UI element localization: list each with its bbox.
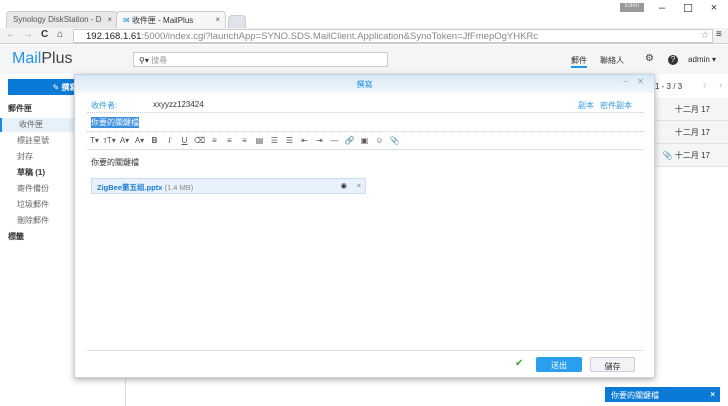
message-list: 1 - 3 / 3 ‹ › 十二月 17 十二月 17 📎 十二月 17 (655, 74, 728, 406)
notification-toast: 你要的關鍵檔 × (605, 387, 720, 402)
align-center-icon[interactable]: ≡ (222, 136, 237, 145)
nav-mail[interactable]: 郵件 (571, 55, 587, 68)
attachment-name: ZigBee第五组.pptx (97, 183, 163, 192)
user-menu[interactable]: admin ▾ (688, 55, 716, 64)
indent-icon[interactable]: ⇥ (312, 136, 327, 145)
menu-icon[interactable]: ≡ (716, 29, 722, 40)
formatting-toolbar: T▾ тT▾ A▾ A▾ B I U ⌫ ≡ ≡ ≡ ▤ ☰ ☰ ⇤ ⇥ — 🔗 ▣ ☺ 📎 (87, 136, 643, 150)
message-row[interactable]: 十二月 17 (655, 121, 728, 144)
bullet-list-icon[interactable]: ☰ (282, 136, 297, 145)
tab-label: Synology DiskStation - D (13, 15, 102, 24)
message-row[interactable]: 十二月 17 (655, 98, 728, 121)
font-icon[interactable]: T▾ (87, 136, 102, 145)
to-label: 收件者: (91, 101, 118, 110)
dialog-title: 撰寫 – ✕ (75, 75, 654, 93)
user-name: admin (688, 55, 710, 64)
close-toast-icon[interactable]: × (710, 390, 715, 399)
tab-label: 收件匣 - MailPlus (131, 16, 194, 25)
search-icon: ⚲▾ (139, 56, 152, 65)
search-input[interactable]: ⚲▾ 搜尋 (133, 52, 388, 67)
underline-icon[interactable]: U (177, 136, 192, 145)
text-color-icon[interactable]: A▾ (117, 136, 132, 145)
url-host: 192.168.1.61 (86, 31, 142, 42)
profile-badge[interactable]: Eden (620, 3, 644, 12)
italic-icon[interactable]: I (162, 136, 177, 145)
close-window-icon[interactable]: × (706, 2, 722, 14)
url-input[interactable]: 192.168.1.61:5000/index.cgi?launchApp=SY… (73, 29, 713, 43)
search-placeholder: 搜尋 (151, 56, 168, 65)
remove-attachment-icon[interactable]: × (357, 181, 361, 190)
close-dialog-icon[interactable]: ✕ (637, 77, 644, 86)
divider (87, 350, 643, 351)
justify-icon[interactable]: ▤ (252, 136, 267, 145)
link-icon[interactable]: 🔗 (342, 136, 357, 145)
new-tab-button[interactable] (228, 15, 246, 28)
eraser-icon[interactable]: ⌫ (192, 136, 207, 145)
message-date: 十二月 17 (674, 128, 710, 137)
mailplus-logo: MailPlus (12, 50, 73, 67)
prev-page-icon[interactable]: ‹ (703, 80, 706, 91)
forward-icon[interactable]: → (23, 29, 33, 40)
browser-tabstrip: Synology DiskStation - D × ✉ 收件匣 - MailPl… (0, 0, 728, 28)
align-left-icon[interactable]: ≡ (207, 136, 222, 145)
save-draft-button[interactable]: 儲存 (590, 357, 635, 372)
maximize-icon[interactable]: ☐ (680, 2, 696, 15)
ordered-list-icon[interactable]: ☰ (267, 136, 282, 145)
message-date: 十二月 17 (674, 151, 710, 160)
minimize-dialog-icon[interactable]: – (624, 77, 628, 86)
minimize-icon[interactable]: – (654, 2, 670, 14)
outdent-icon[interactable]: ⇤ (297, 136, 312, 145)
nav-contacts[interactable]: 聯絡人 (600, 55, 624, 66)
close-tab-icon[interactable]: × (215, 15, 220, 24)
gear-icon[interactable]: ⚙ (645, 53, 654, 64)
toast-text: 你要的關鍵檔 (611, 391, 659, 400)
attachment-size: (1.4 MB) (164, 183, 194, 192)
help-icon[interactable]: ? (668, 55, 678, 65)
subject-field[interactable]: 你要的關鍵檔 (91, 117, 139, 128)
saved-check-icon: ✔ (515, 358, 524, 369)
bcc-link[interactable]: 密件副本 (600, 100, 632, 111)
message-date: 十二月 17 (674, 105, 710, 114)
address-bar: ← → C ⌂ 192.168.1.61:5000/index.cgi?laun… (0, 28, 728, 44)
compose-dialog: 撰寫 – ✕ 收件者: xxyyzz123424 副本 密件副本 你要的關鍵檔 … (74, 74, 655, 378)
reload-icon[interactable]: C (41, 29, 48, 40)
app-header: MailPlus ⚲▾ 搜尋 郵件 聯絡人 ⚙ ? admin ▾ (0, 45, 728, 74)
attachment-chip[interactable]: ZigBee第五组.pptx (1.4 MB) ◉ × (91, 178, 366, 194)
emoji-icon[interactable]: ☺ (372, 136, 387, 145)
font-size-icon[interactable]: тT▾ (102, 136, 117, 145)
tab-synology[interactable]: Synology DiskStation - D × (6, 11, 118, 28)
image-icon[interactable]: ▣ (357, 136, 372, 145)
cc-link[interactable]: 副本 (578, 100, 594, 111)
paperclip-icon: 📎 (662, 151, 675, 160)
message-body[interactable]: 你要的關鍵檔 (91, 157, 139, 168)
message-row[interactable]: 📎 十二月 17 (655, 144, 728, 167)
next-page-icon[interactable]: › (719, 80, 722, 91)
star-icon[interactable]: ☆ (700, 30, 709, 41)
to-field[interactable]: xxyyzz123424 (153, 100, 204, 109)
home-icon[interactable]: ⌂ (57, 29, 63, 40)
tab-mailplus[interactable]: ✉ 收件匣 - MailPlus × (116, 11, 226, 28)
attach-icon[interactable]: 📎 (387, 136, 402, 145)
back-icon[interactable]: ← (6, 29, 16, 40)
divider (87, 131, 643, 132)
bold-icon[interactable]: B (147, 136, 162, 145)
dialog-title-text: 撰寫 (356, 80, 373, 89)
mail-icon: ✉ (123, 16, 132, 25)
url-path: :5000/index.cgi?launchApp=SYNO.SDS.MailC… (141, 31, 539, 42)
horizontal-rule-icon[interactable]: — (327, 136, 342, 145)
send-button[interactable]: 送出 (536, 357, 582, 372)
close-tab-icon[interactable]: × (107, 15, 112, 24)
align-right-icon[interactable]: ≡ (237, 136, 252, 145)
preview-eye-icon[interactable]: ◉ (340, 181, 347, 190)
highlight-icon[interactable]: A▾ (132, 136, 147, 145)
paging-info: 1 - 3 / 3 (655, 82, 683, 91)
divider (87, 112, 643, 113)
